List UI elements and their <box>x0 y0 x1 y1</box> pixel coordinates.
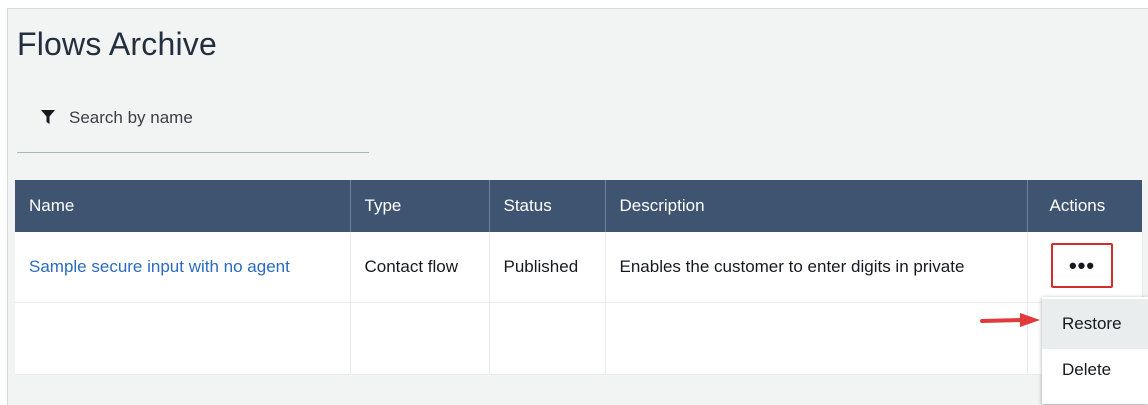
cell-type: Contact flow <box>350 232 490 303</box>
actions-dropdown-menu: Restore Delete <box>1042 297 1148 404</box>
empty-cell <box>350 302 490 375</box>
table-row <box>15 302 1143 375</box>
row-actions-button[interactable]: ••• <box>1051 243 1113 288</box>
column-header-actions: Actions <box>1027 180 1142 232</box>
column-header-status[interactable]: Status <box>489 180 606 232</box>
menu-item-delete[interactable]: Delete <box>1042 345 1148 395</box>
callout-arrow-icon <box>980 313 1040 327</box>
menu-item-restore[interactable]: Restore <box>1042 299 1148 349</box>
empty-cell <box>489 302 606 375</box>
column-header-type[interactable]: Type <box>350 180 490 232</box>
flows-table: Name Type Status Description Actions Sam… <box>15 180 1143 375</box>
column-header-name[interactable]: Name <box>15 180 351 232</box>
column-header-description[interactable]: Description <box>605 180 1028 232</box>
empty-cell <box>605 302 1028 375</box>
search-input[interactable] <box>67 104 361 132</box>
filter-icon <box>41 110 55 124</box>
cell-name: Sample secure input with no agent <box>15 232 351 303</box>
flow-name-link[interactable]: Sample secure input with no agent <box>29 257 290 276</box>
cell-status: Published <box>489 232 606 303</box>
empty-cell <box>15 302 351 375</box>
page-title: Flows Archive <box>17 26 217 62</box>
search-bar[interactable] <box>17 92 369 153</box>
table-row: Sample secure input with no agent Contac… <box>15 232 1143 303</box>
cell-description: Enables the customer to enter digits in … <box>605 232 1028 303</box>
table-header-row: Name Type Status Description Actions <box>15 180 1142 232</box>
